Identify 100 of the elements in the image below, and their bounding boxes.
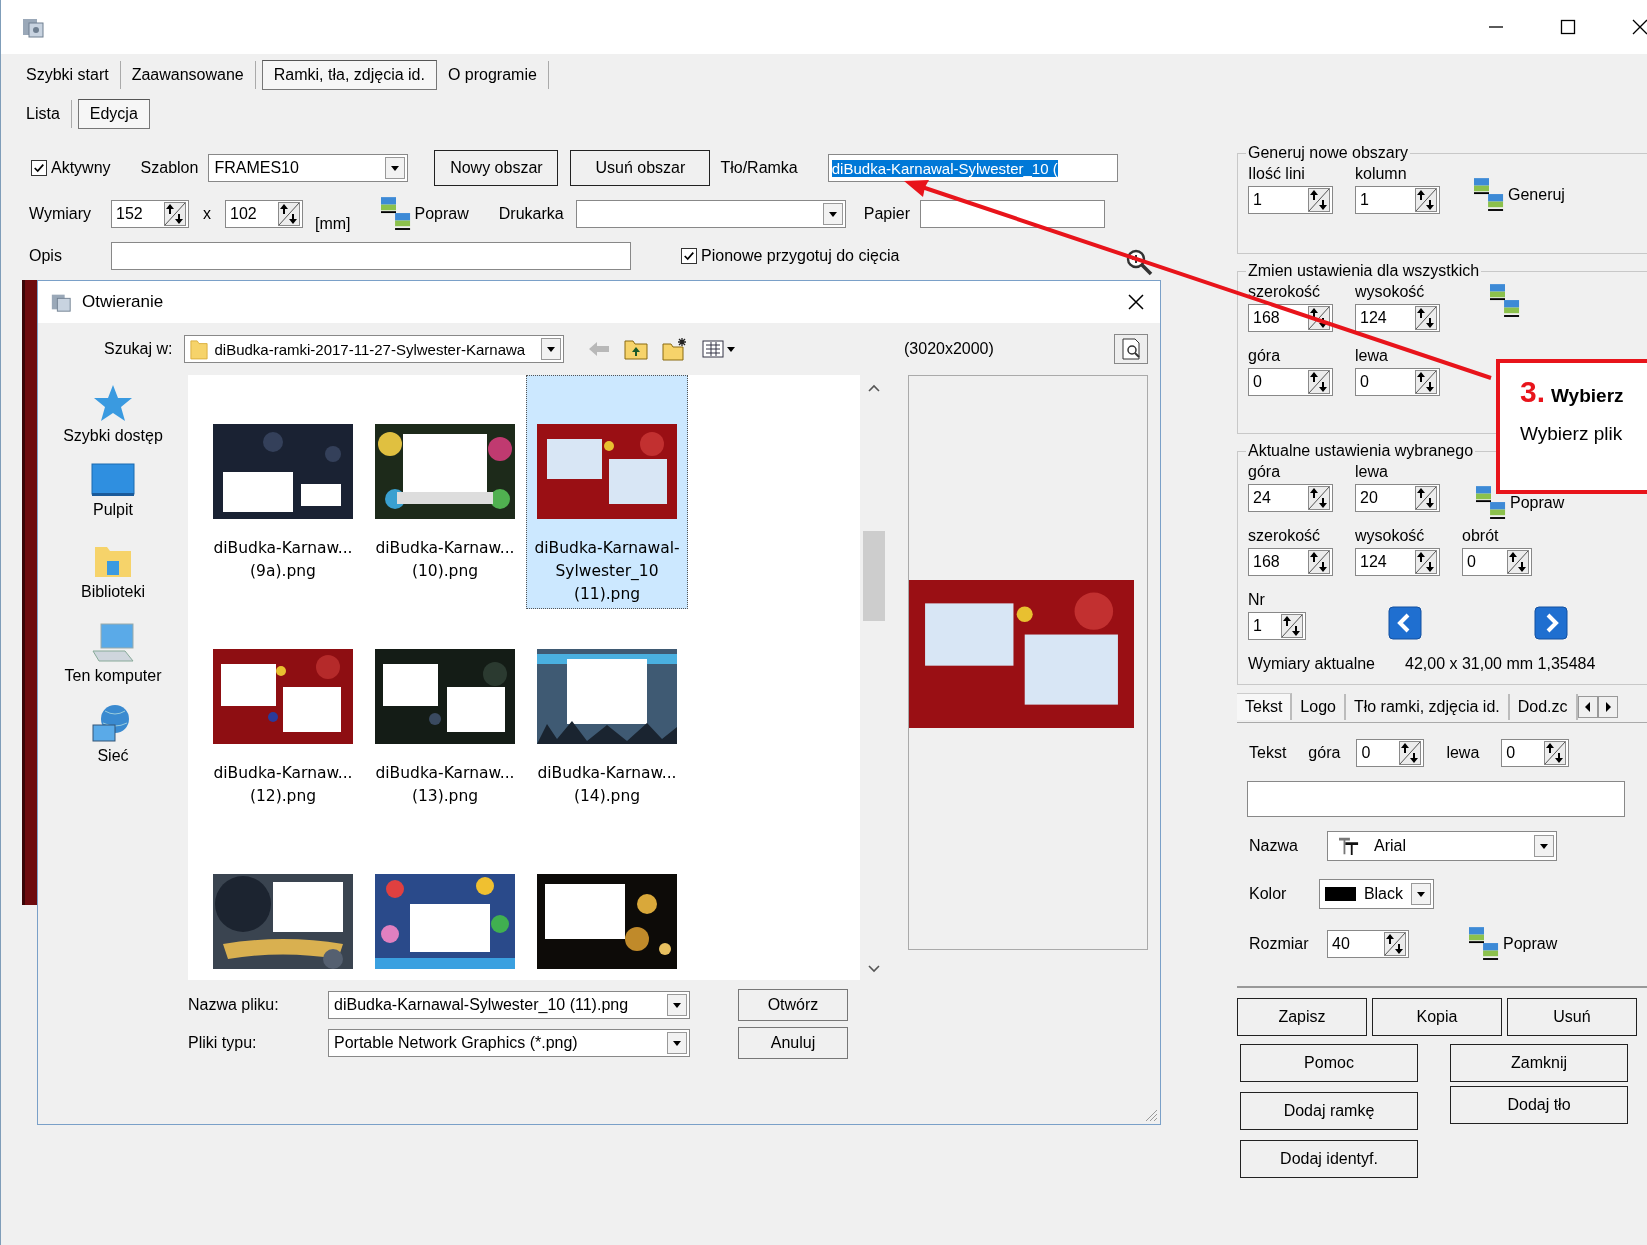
- spin-field[interactable]: 0: [1462, 548, 1532, 576]
- generate-button[interactable]: Generuj: [1474, 178, 1565, 212]
- panel-button[interactable]: Dodaj ramkę: [1240, 1092, 1418, 1130]
- spin-field[interactable]: 0: [1248, 368, 1333, 396]
- caret-icon[interactable]: [667, 1032, 687, 1054]
- spin-arrows-icon[interactable]: [1399, 741, 1422, 765]
- place-label[interactable]: Szybki dostęp: [63, 427, 163, 445]
- fix-button[interactable]: Popraw: [380, 197, 469, 231]
- new-folder-icon[interactable]: [662, 337, 689, 361]
- scroll-up-icon[interactable]: [867, 383, 881, 393]
- caret-icon[interactable]: [541, 338, 562, 360]
- file-name-field[interactable]: diBudka-Karnawal-Sylwester_10 (11).png: [328, 991, 690, 1019]
- spin-field[interactable]: 24: [1248, 484, 1333, 512]
- color-dropdown[interactable]: Black: [1319, 879, 1434, 909]
- spin-field[interactable]: 1: [1355, 186, 1440, 214]
- tab[interactable]: Szybki start: [15, 61, 121, 89]
- template-dropdown[interactable]: FRAMES10: [208, 154, 409, 182]
- spin-field[interactable]: 152: [111, 200, 189, 228]
- cut-checkbox[interactable]: [681, 248, 697, 264]
- scroll-down-icon[interactable]: [867, 964, 881, 974]
- next-button[interactable]: [1534, 606, 1568, 640]
- spin-arrows-icon[interactable]: [1415, 188, 1437, 212]
- file-item[interactable]: diBudka-Karnaw... (10).png: [364, 375, 526, 584]
- spin-field[interactable]: 20: [1355, 484, 1440, 512]
- spin-arrows-icon[interactable]: [1415, 550, 1437, 574]
- panel-button[interactable]: Zapisz: [1237, 998, 1367, 1036]
- spin-field[interactable]: 0: [1355, 368, 1440, 396]
- file-item[interactable]: diBudka-Karnaw... (13).png: [364, 600, 526, 809]
- spin-arrows-icon[interactable]: [278, 202, 300, 226]
- caret-icon[interactable]: [1411, 883, 1431, 905]
- file-type-dropdown[interactable]: Portable Network Graphics (*.png): [328, 1029, 690, 1057]
- panel-button[interactable]: Pomoc: [1240, 1044, 1418, 1082]
- cancel-button[interactable]: Anuluj: [738, 1027, 848, 1059]
- text-field[interactable]: [1247, 781, 1625, 817]
- file-item[interactable]: diBudka-Karnaw... (9a).png: [202, 375, 364, 584]
- spin-arrows-icon[interactable]: [1384, 932, 1406, 956]
- new-area-button[interactable]: Nowy obszar: [434, 150, 559, 186]
- spin-arrows-icon[interactable]: [1308, 188, 1330, 212]
- spin-arrows-icon[interactable]: [1544, 741, 1567, 765]
- caret-icon[interactable]: [385, 157, 406, 179]
- spin-arrows-icon[interactable]: [1507, 550, 1529, 574]
- spin-field[interactable]: 0: [1501, 739, 1570, 767]
- panel-button[interactable]: Dodaj identyf.: [1240, 1140, 1418, 1178]
- paper-field[interactable]: [919, 200, 1105, 228]
- star-icon[interactable]: [93, 383, 133, 423]
- spin-arrows-icon[interactable]: [1281, 614, 1303, 638]
- spin-field[interactable]: 1: [1248, 186, 1333, 214]
- spin-arrows-icon[interactable]: [1308, 486, 1330, 510]
- spin-field[interactable]: 124: [1355, 548, 1440, 576]
- spin-arrows-icon[interactable]: [1308, 550, 1330, 574]
- preview-icon[interactable]: [1114, 334, 1148, 364]
- tab[interactable]: Tekst: [1237, 693, 1293, 720]
- spin-field[interactable]: 1: [1248, 612, 1306, 640]
- spin-field[interactable]: 40: [1327, 930, 1409, 958]
- background-field[interactable]: diBudka-Karnawal-Sylwester_10 (: [827, 154, 1118, 182]
- resize-grip-icon[interactable]: [1144, 1108, 1158, 1122]
- place-label[interactable]: Pulpit: [93, 501, 133, 519]
- desktop-icon[interactable]: [91, 463, 135, 497]
- close-icon[interactable]: [1126, 292, 1146, 312]
- open-button[interactable]: Otwórz: [738, 989, 848, 1021]
- fix-button[interactable]: Popraw: [1476, 486, 1565, 520]
- tab[interactable]: O programie: [436, 61, 549, 89]
- tab[interactable]: Lista: [15, 100, 72, 128]
- previous-button[interactable]: [1388, 606, 1422, 640]
- spin-field[interactable]: 0: [1356, 739, 1425, 767]
- tab[interactable]: Ramki, tła, zdjęcia id.: [261, 60, 437, 90]
- panel-button[interactable]: Kopia: [1372, 998, 1502, 1036]
- fix-button[interactable]: Popraw: [1469, 927, 1558, 961]
- remove-area-button[interactable]: Usuń obszar: [570, 150, 711, 186]
- spin-arrows-icon[interactable]: [164, 202, 186, 226]
- folder-dropdown[interactable]: diBudka-ramki-2017-11-27-Sylwester-Karnawa: [184, 335, 565, 363]
- view-menu-icon[interactable]: [702, 339, 737, 359]
- file-item[interactable]: diBudka-Karnaw... (12).png: [202, 600, 364, 809]
- spin-arrows-icon[interactable]: [1308, 370, 1330, 394]
- spin-arrows-icon[interactable]: [1415, 306, 1437, 330]
- scroll-left-icon[interactable]: [1577, 695, 1598, 718]
- place-label[interactable]: Sieć: [97, 747, 129, 765]
- tab[interactable]: Logo: [1292, 693, 1346, 720]
- spin-field[interactable]: 168: [1248, 548, 1333, 576]
- spin-field[interactable]: 102: [225, 200, 303, 228]
- spin-arrows-icon[interactable]: [1415, 370, 1437, 394]
- scroll-thumb[interactable]: [863, 531, 885, 621]
- tab[interactable]: Edycja: [77, 99, 150, 129]
- active-checkbox[interactable]: [31, 160, 47, 176]
- caret-icon[interactable]: [822, 203, 843, 225]
- panel-button[interactable]: Dodaj tło: [1450, 1086, 1628, 1124]
- maximize-icon[interactable]: [1558, 17, 1578, 37]
- place-label[interactable]: Ten komputer: [64, 667, 162, 685]
- tab[interactable]: Zaawansowane: [120, 61, 256, 89]
- place-label[interactable]: Biblioteki: [81, 583, 145, 601]
- caret-icon[interactable]: [1534, 835, 1554, 857]
- font-dropdown[interactable]: Arial: [1327, 831, 1557, 861]
- close-icon[interactable]: [1630, 17, 1647, 37]
- spin-field[interactable]: 124: [1355, 304, 1440, 332]
- panel-button[interactable]: Zamknij: [1450, 1044, 1628, 1082]
- tab[interactable]: Tło ramki, zdjęcia id.: [1345, 693, 1510, 720]
- panel-button[interactable]: Usuń: [1507, 998, 1637, 1036]
- scroll-right-icon[interactable]: [1597, 695, 1618, 718]
- spin-arrows-icon[interactable]: [1415, 486, 1437, 510]
- description-field[interactable]: [111, 242, 631, 270]
